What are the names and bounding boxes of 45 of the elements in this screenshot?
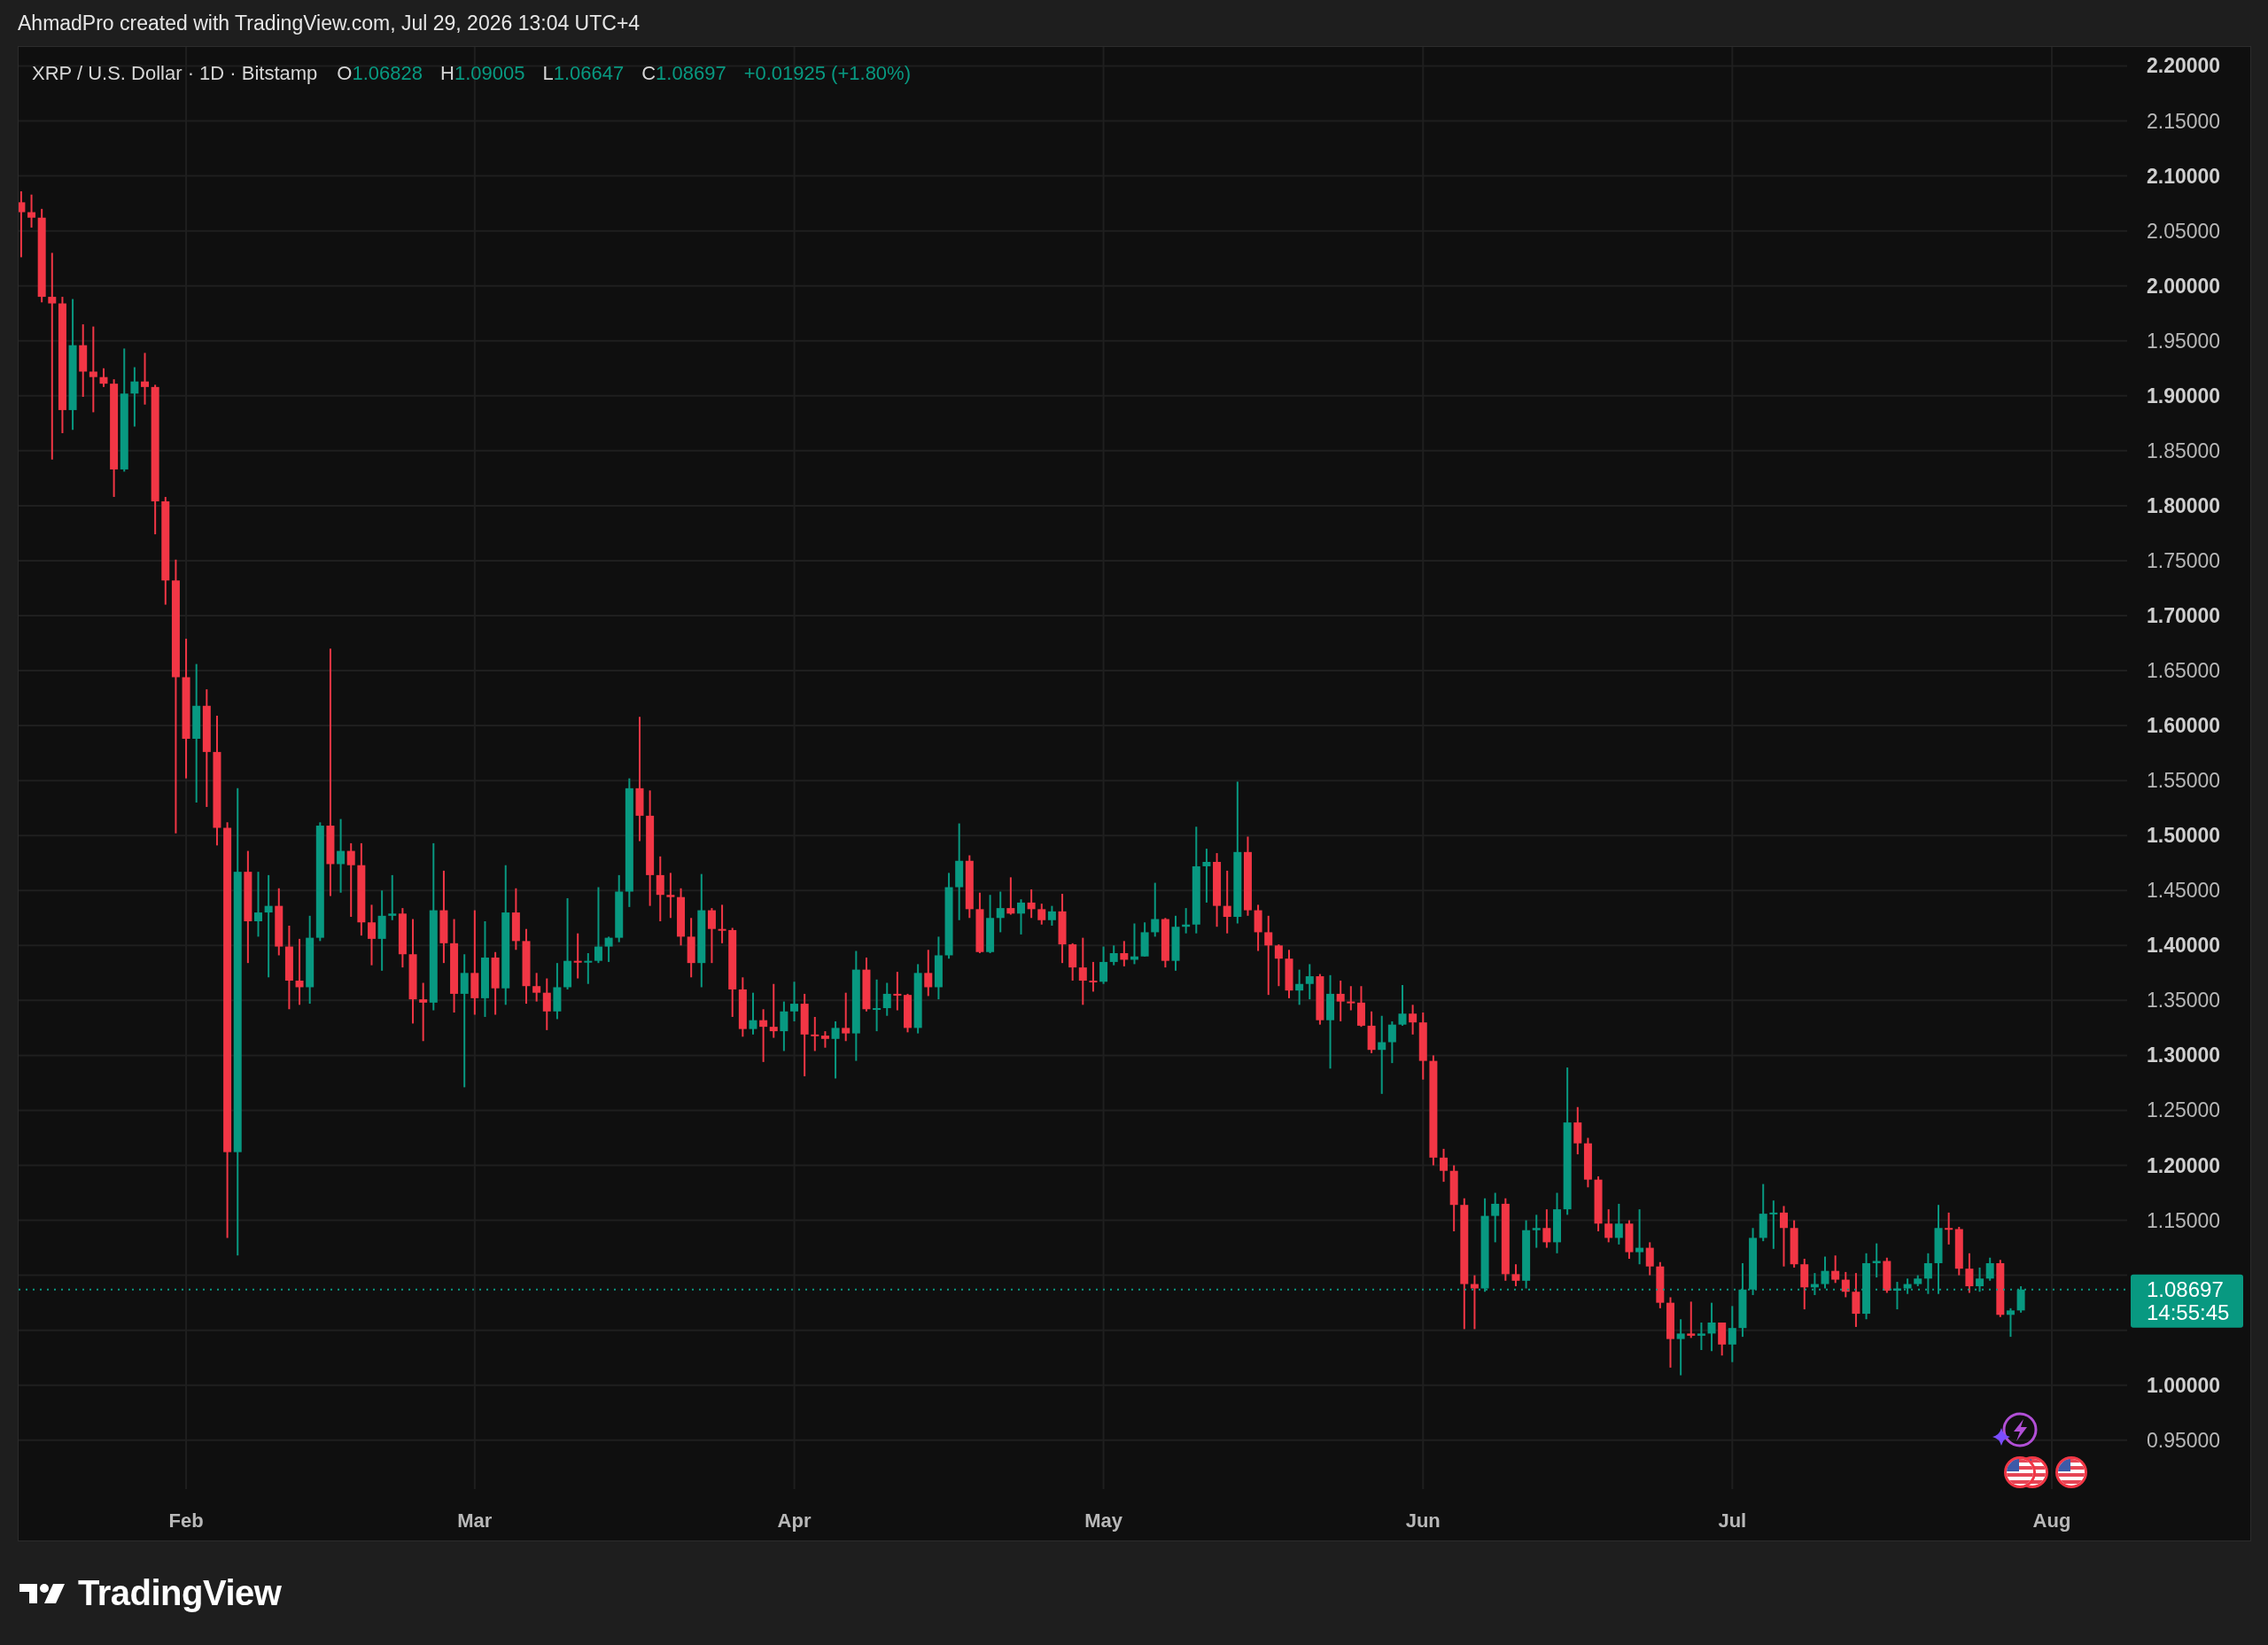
price-label: 2.00000 [2147, 274, 2221, 298]
price-label: 1.40000 [2147, 934, 2221, 958]
price-label: 1.15000 [2147, 1208, 2221, 1232]
date-label: Aug [2032, 1509, 2071, 1532]
price-label: 1.45000 [2147, 879, 2221, 903]
price-label: 2.05000 [2147, 219, 2221, 243]
attribution-text: AhmadPro created with TradingView.com, Jul 29, 2026 13:04 UTC+4 [18, 11, 641, 35]
price-label: 1.85000 [2147, 438, 2221, 462]
date-label: Mar [457, 1509, 493, 1532]
price-label: 2.20000 [2147, 54, 2221, 78]
price-label: 1.30000 [2147, 1044, 2221, 1067]
last-price: 1.08697 [2147, 1276, 2224, 1301]
price-label: 1.50000 [2147, 824, 2221, 848]
price-label: 2.15000 [2147, 109, 2221, 133]
ohlc-label: O [337, 62, 353, 85]
price-label: 1.90000 [2147, 384, 2221, 407]
logo-text: TradingView [78, 1573, 282, 1613]
price-label: 1.55000 [2147, 769, 2221, 793]
countdown-timer: 14:55:45 [2147, 1300, 2230, 1324]
ohlc-label: C [641, 62, 656, 85]
ohlc-label: H [440, 62, 454, 85]
price-label: 1.25000 [2147, 1098, 2221, 1122]
date-label: Jun [1405, 1509, 1441, 1532]
price-label: 1.00000 [2147, 1373, 2221, 1397]
ohlc-label: L [542, 62, 554, 85]
price-label: 1.95000 [2147, 329, 2221, 353]
ohlc-value: 1.09005 [454, 62, 525, 85]
date-label: Apr [777, 1509, 812, 1532]
price-label: 1.60000 [2147, 714, 2221, 738]
price-change: +0.01925 (+1.80%) [743, 62, 911, 85]
price-label: 2.10000 [2147, 164, 2221, 188]
price-label: 1.65000 [2147, 659, 2221, 683]
symbol-title: XRP / U.S. Dollar · 1D · Bitstamp [32, 62, 318, 85]
ohlc-value: 1.08697 [656, 62, 726, 85]
ohlc-value: 1.06647 [553, 62, 625, 85]
price-label: 0.95000 [2147, 1428, 2221, 1452]
price-label: 1.80000 [2147, 493, 2221, 517]
price-label: 1.20000 [2147, 1153, 2221, 1177]
price-label: 1.75000 [2147, 548, 2221, 572]
date-label: Feb [168, 1509, 204, 1532]
date-label: May [1084, 1509, 1122, 1532]
price-label: 1.35000 [2147, 989, 2221, 1013]
ohlc-value: 1.06828 [352, 62, 423, 85]
date-label: Jul [1718, 1509, 1747, 1532]
price-label: 1.70000 [2147, 604, 2221, 627]
